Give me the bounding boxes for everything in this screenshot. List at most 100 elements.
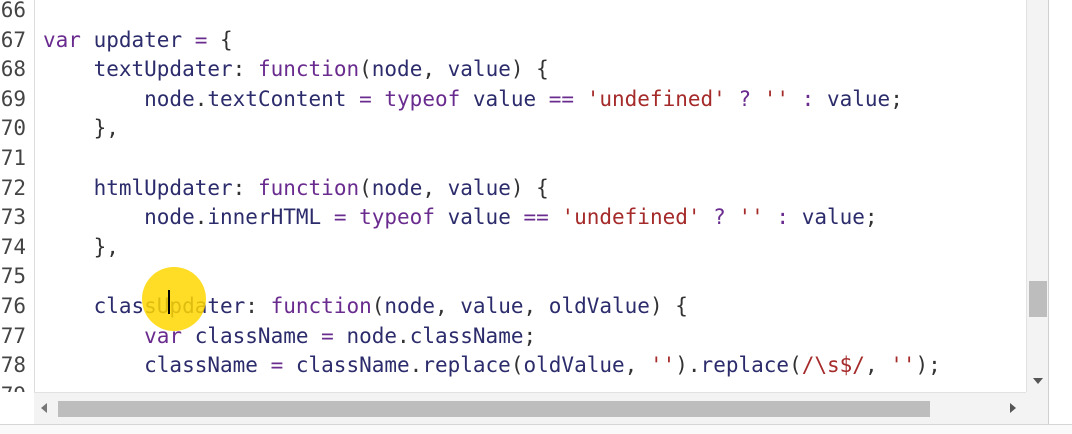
code-token: ; — [523, 323, 537, 348]
code-line[interactable]: classUpdater: function(node, value, oldV… — [43, 292, 688, 322]
code-token: 'undefined' — [548, 205, 701, 230]
code-token: var — [43, 27, 81, 52]
code-token: == — [523, 205, 549, 230]
code-editor[interactable]: 66 67 68 69 70 71 72 73 74 75 76 77 78 79 var updater… — [0, 0, 1026, 392]
code-token: '' — [751, 86, 790, 111]
line-number: 73 — [0, 205, 26, 230]
code-token: 'undefined' — [574, 86, 726, 111]
code-token: className — [182, 323, 322, 348]
code-token: value — [447, 175, 511, 200]
code-token: '' — [890, 353, 916, 378]
code-line[interactable]: var className = node.className; — [43, 322, 536, 352]
code-token: className — [283, 353, 410, 378]
line-number: 67 — [0, 27, 26, 52]
code-token: ( — [371, 294, 385, 318]
code-token: : — [763, 205, 802, 230]
code-token: : — [245, 294, 258, 318]
line-number: 71 — [0, 146, 26, 170]
code-token: node — [384, 294, 435, 318]
code-token: ; — [890, 86, 903, 111]
line-number: 70 — [0, 116, 26, 141]
code-token: '' — [649, 353, 676, 378]
line-number: 77 — [0, 323, 26, 348]
line-number: 69 — [0, 86, 26, 111]
scroll-right-arrow-icon[interactable] — [1010, 403, 1016, 413]
code-token: . — [194, 205, 208, 230]
code-token: , — [624, 353, 650, 378]
code-token: ) { — [510, 57, 549, 82]
code-token: }, — [43, 234, 119, 259]
horizontal-scrollbar-thumb[interactable] — [58, 401, 930, 417]
code-token: replace — [422, 353, 511, 378]
code-token: ( — [789, 353, 802, 378]
horizontal-scrollbar[interactable] — [34, 392, 1026, 425]
code-token: oldValue — [548, 294, 650, 318]
code-token: typeof — [346, 205, 435, 230]
code-token: ? — [700, 205, 726, 230]
code-token: = — [333, 205, 347, 230]
code-token: = — [321, 323, 334, 348]
scrollbar-corner — [1026, 392, 1048, 424]
code-line[interactable]: textUpdater: function(node, value) { — [43, 55, 549, 85]
code-line[interactable]: className = className.replace(oldValue, … — [43, 351, 941, 381]
code-token: node — [371, 175, 423, 200]
code-token: = — [194, 27, 208, 52]
code-token: innerHTML — [207, 205, 334, 230]
code-token: value — [434, 205, 524, 230]
code-token: == — [548, 86, 575, 111]
code-token: /\s$/ — [801, 353, 865, 378]
code-token: function — [245, 175, 360, 200]
code-token: node — [371, 57, 423, 82]
code-token: , — [523, 294, 549, 318]
line-number-gutter: 66 67 68 69 70 71 72 73 74 75 76 77 78 79 — [0, 0, 35, 392]
line-number: 72 — [0, 175, 26, 200]
code-token: node — [333, 323, 398, 348]
code-token: , — [434, 294, 461, 318]
code-token: }, — [43, 116, 119, 141]
code-token: : — [789, 86, 827, 111]
code-token: node — [43, 86, 195, 111]
line-number: 78 — [0, 353, 26, 378]
line-number: 75 — [0, 264, 26, 289]
code-token: value — [447, 57, 511, 82]
code-token: ( — [359, 175, 372, 200]
code-token: oldValue — [523, 353, 625, 378]
mouse-cursor-highlight — [142, 267, 206, 331]
code-token: textContent — [207, 86, 360, 111]
code-token: ); — [915, 353, 941, 378]
code-line[interactable]: node.innerHTML = typeof value == 'undefi… — [43, 203, 877, 233]
code-token: htmlUpdater — [43, 175, 233, 200]
code-token: : — [232, 57, 246, 82]
line-number: 68 — [0, 57, 26, 82]
vertical-scrollbar-thumb[interactable] — [1029, 281, 1047, 317]
code-token: , — [864, 353, 891, 378]
code-token: value — [460, 294, 524, 318]
code-line[interactable]: }, — [43, 233, 119, 263]
line-number: 76 — [0, 294, 26, 318]
code-token: . — [409, 353, 423, 378]
code-token: ? — [725, 86, 752, 111]
line-number: 66 — [0, 0, 26, 22]
code-token: typeof — [371, 86, 461, 111]
code-line[interactable]: var updater = { — [43, 26, 233, 56]
scroll-down-arrow-icon[interactable] — [1033, 378, 1043, 384]
line-number: 79 — [0, 381, 26, 392]
code-token: value — [460, 86, 549, 111]
code-token: textUpdater — [43, 57, 233, 82]
code-token: function — [245, 57, 360, 82]
code-line[interactable]: }, — [43, 114, 119, 144]
vertical-scrollbar[interactable] — [1026, 0, 1049, 392]
code-token: replace — [700, 353, 790, 378]
code-token: value — [826, 86, 891, 111]
code-token: ( — [510, 353, 524, 378]
code-line[interactable]: node.textContent = typeof value == 'unde… — [43, 85, 903, 115]
code-token: , — [422, 57, 448, 82]
text-caret — [168, 290, 170, 314]
code-line[interactable]: htmlUpdater: function(node, value) { — [43, 174, 549, 204]
code-token: node — [43, 205, 195, 230]
code-token: ) { — [510, 175, 549, 200]
code-token: , — [422, 175, 448, 200]
code-token: ) { — [649, 294, 688, 318]
scroll-left-arrow-icon[interactable] — [41, 403, 47, 413]
code-token: '' — [725, 205, 764, 230]
